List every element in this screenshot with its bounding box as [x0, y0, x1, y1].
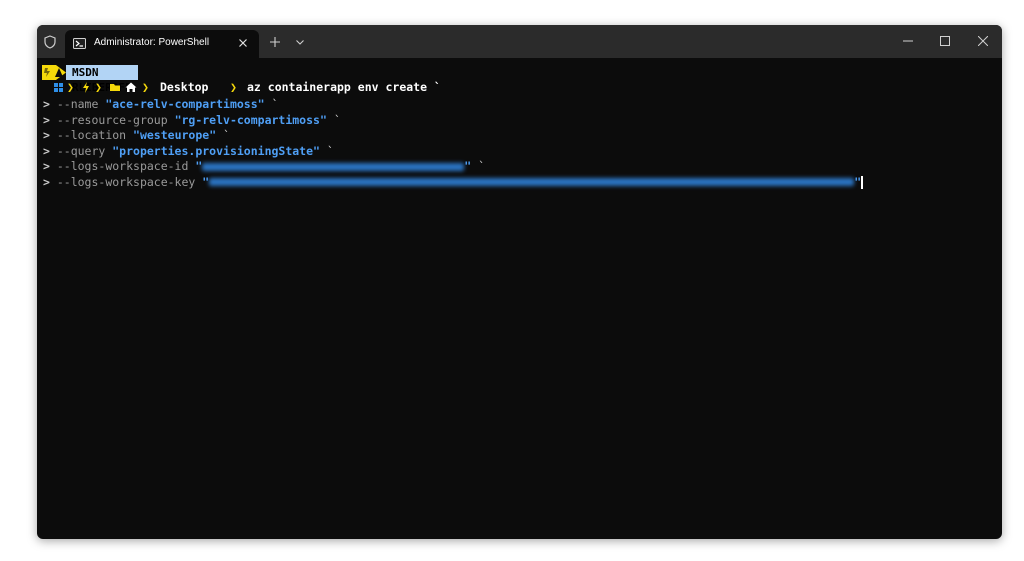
maximize-icon: [940, 36, 950, 46]
tab-title: Administrator: PowerShell: [94, 37, 210, 48]
close-icon: [978, 36, 988, 46]
tab-powershell[interactable]: Administrator: PowerShell: [65, 30, 259, 58]
arg-value-open-quote: ": [195, 159, 203, 173]
redacted-workspace-key: [209, 178, 855, 186]
title-bar[interactable]: Administrator: PowerShell: [37, 25, 1002, 58]
prompt-folder: Desktop: [160, 80, 209, 94]
continuation-marker: >: [43, 97, 57, 111]
home-icon: [125, 82, 137, 92]
line-continuation: `: [264, 97, 279, 111]
continuation-marker: >: [43, 128, 57, 142]
separator-chevron: ❯: [142, 80, 149, 94]
command-line[interactable]: > --logs-workspace-key " ": [43, 175, 863, 190]
arg-value: "westeurope": [133, 128, 217, 142]
arg-location: --location: [56, 128, 134, 142]
arg-logs-workspace-key: --logs-workspace-key: [56, 174, 203, 189]
azure-logo-icon: [42, 65, 66, 80]
command-line: > --logs-workspace-id " " `: [43, 159, 485, 174]
line-continuation: `: [471, 159, 486, 173]
terminal-output[interactable]: MSDN RLIBEROFF ❯ ❯ ❯ Desktop ❯ az contai…: [37, 58, 1002, 539]
lightning-icon: [83, 82, 89, 93]
minimize-icon: [903, 40, 913, 42]
continuation-marker: >: [43, 112, 57, 127]
separator-chevron: ❯: [95, 80, 102, 94]
terminal-window: Administrator: PowerShell MSDN RLIBEROFF…: [37, 25, 1002, 539]
arg-value-open-quote: ": [202, 174, 210, 189]
prompt-user: MSDN RLIBEROFF: [66, 65, 138, 94]
arg-value: "ace-relv-compartimoss": [105, 97, 265, 111]
arg-value: "properties.provisioningState": [112, 143, 320, 158]
close-icon[interactable]: [236, 36, 250, 50]
separator-chevron: ❯: [67, 80, 74, 94]
window-close-button[interactable]: [960, 25, 1002, 58]
continuation-marker: >: [43, 143, 57, 158]
arg-value-close-quote: ": [854, 174, 862, 189]
arg-query: --query: [56, 143, 113, 158]
command-line: > --query "properties.provisioningState"…: [43, 144, 334, 159]
redacted-workspace-id: [202, 162, 465, 171]
arg-logs-workspace-id: --logs-workspace-id: [56, 159, 196, 173]
line-continuation: `: [319, 143, 334, 158]
arg-name: --name: [56, 97, 106, 111]
command-line: > --location "westeurope" `: [43, 128, 230, 143]
arg-value: "rg-relv-compartimoss": [174, 112, 327, 127]
shield-icon: [44, 35, 56, 49]
text-cursor: [861, 175, 863, 189]
plus-icon[interactable]: [269, 36, 281, 48]
prompt-command: az containerapp env create `: [247, 80, 441, 94]
powershell-icon: [73, 38, 86, 49]
continuation-marker: >: [43, 159, 57, 173]
line-continuation: `: [216, 128, 230, 142]
prompt-path-segment: ❯ ❯ ❯ Desktop ❯ az containerapp env crea…: [42, 80, 462, 95]
arg-resource-group: --resource-group: [56, 112, 175, 127]
folder-icon: [110, 84, 120, 91]
line-continuation: `: [326, 112, 341, 127]
chevron-down-icon[interactable]: [295, 39, 305, 46]
command-line: > --resource-group "rg-relv-compartimoss…: [43, 113, 341, 128]
prompt-end-chevron: ❯: [230, 80, 237, 94]
command-line: > --name "ace-relv-compartimoss" `: [43, 97, 278, 112]
continuation-marker: >: [43, 174, 57, 189]
